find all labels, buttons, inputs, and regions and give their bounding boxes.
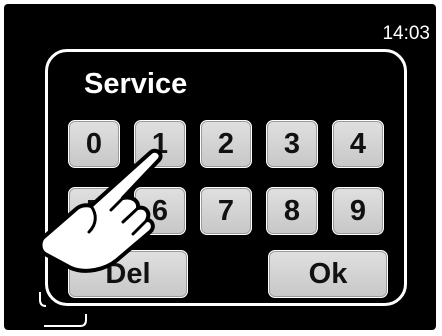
keypad-key-6[interactable]: 6 [134,187,186,235]
keypad-key-3[interactable]: 3 [266,120,318,168]
keypad-key-4[interactable]: 4 [332,120,384,168]
keypad-key-5[interactable]: 5 [68,187,120,235]
keypad-key-8[interactable]: 8 [266,187,318,235]
corner-bracket-icon [39,292,87,327]
dialog-title: Service [84,68,188,100]
ok-button[interactable]: Ok [268,250,388,298]
keypad-key-1[interactable]: 1 [134,120,186,168]
device-screen: 14:03 Service 0 1 2 3 4 5 6 7 8 9 Del Ok [4,4,436,330]
service-code-dialog: Service 0 1 2 3 4 5 6 7 8 9 Del Ok [45,49,407,306]
keypad-key-9[interactable]: 9 [332,187,384,235]
clock-time: 14:03 [382,23,430,44]
keypad-key-2[interactable]: 2 [200,120,252,168]
keypad-key-7[interactable]: 7 [200,187,252,235]
keypad-key-0[interactable]: 0 [68,120,120,168]
